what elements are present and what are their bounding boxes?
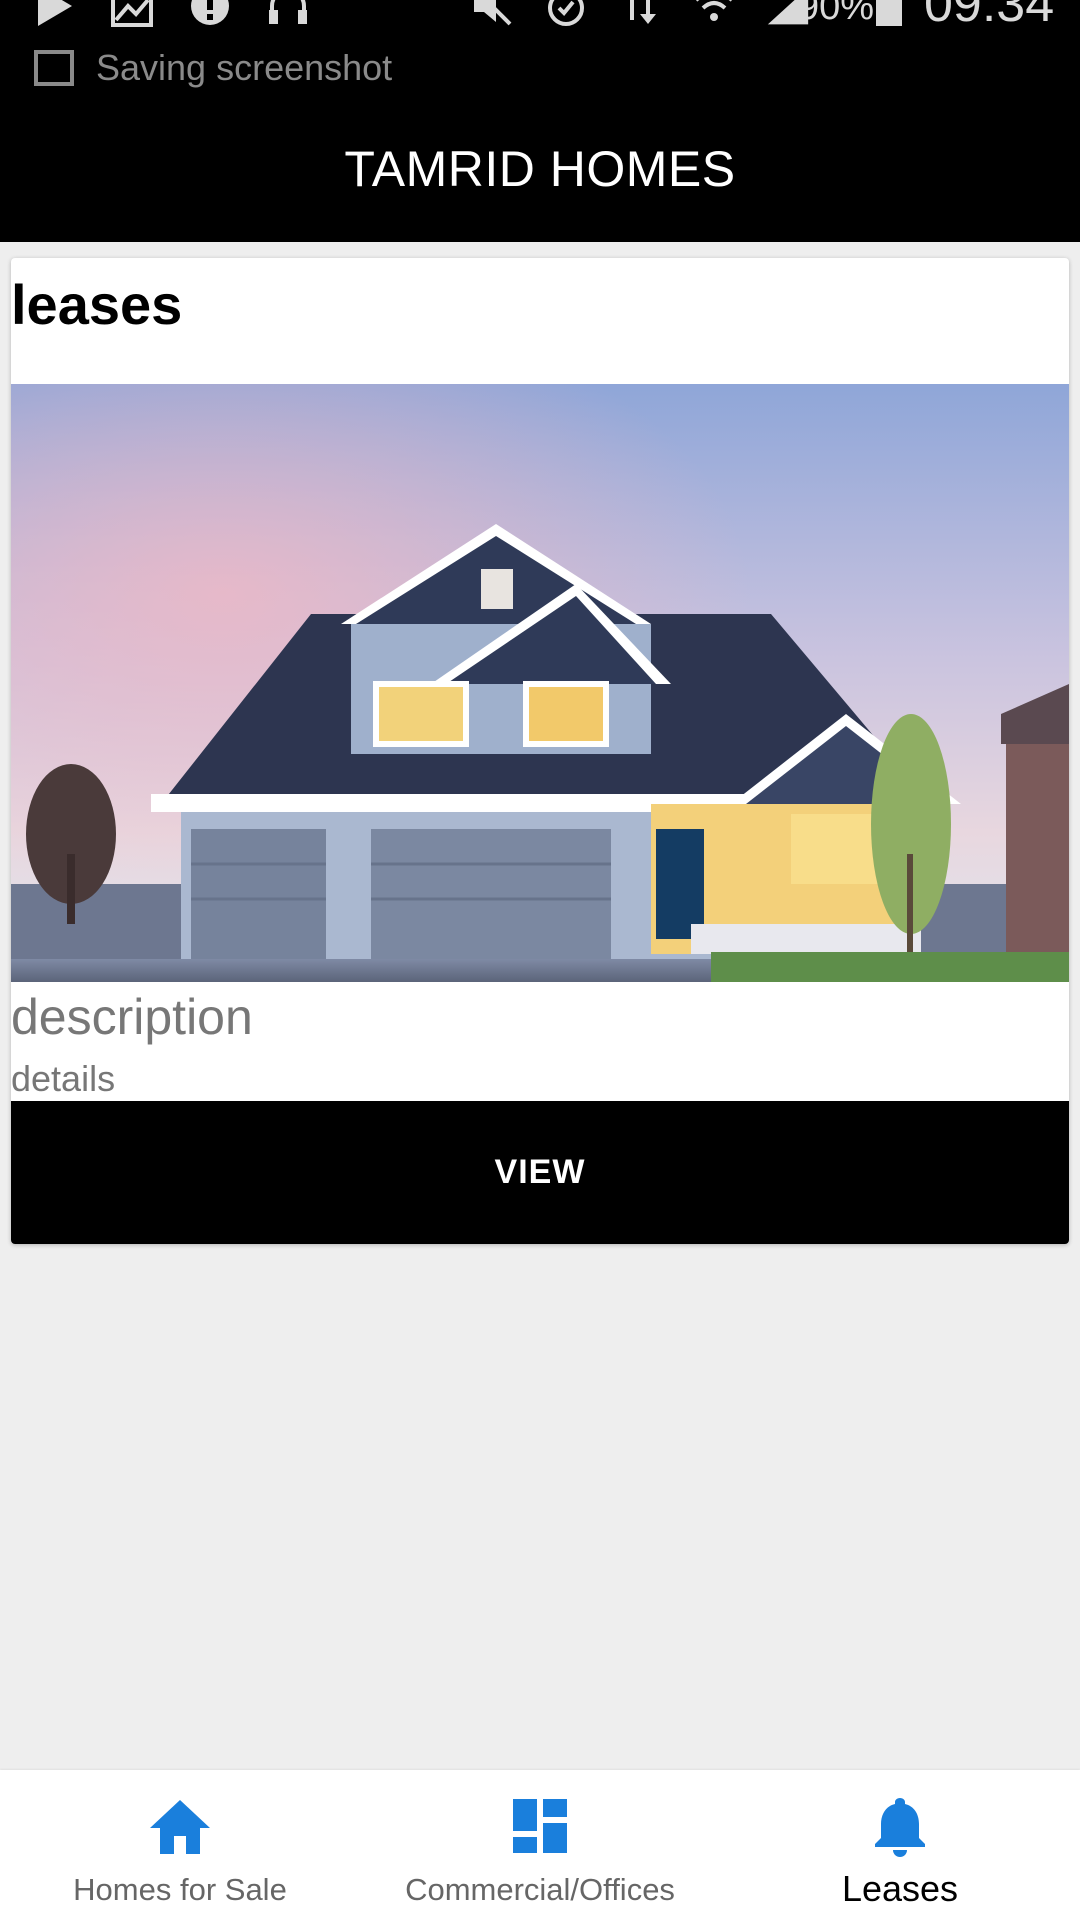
screenshot-icon bbox=[34, 50, 74, 86]
view-button[interactable]: VIEW bbox=[11, 1101, 1069, 1244]
clock: 09:34 bbox=[924, 0, 1055, 33]
bottom-navigation: Homes for Sale Commercial/Offices Leases bbox=[0, 1770, 1080, 1920]
house-photo bbox=[11, 384, 1069, 982]
card-description: description bbox=[11, 989, 253, 1045]
bell-icon bbox=[864, 1790, 936, 1862]
dashboard-icon bbox=[504, 1790, 576, 1862]
data-transfer-icon bbox=[618, 0, 662, 28]
battery-icon bbox=[876, 0, 902, 26]
app-bar: TAMRID HOMES bbox=[0, 96, 1080, 242]
home-icon bbox=[144, 1790, 216, 1862]
battery-percent: 90% bbox=[798, 0, 875, 28]
nav-commercial-offices[interactable]: Commercial/Offices bbox=[360, 1770, 720, 1920]
nav-homes-for-sale[interactable]: Homes for Sale bbox=[0, 1770, 360, 1920]
card-heading: leases bbox=[11, 273, 183, 336]
card-details: details bbox=[11, 1058, 116, 1099]
status-bar: 90% 09:34 Saving screenshot bbox=[0, 0, 1080, 96]
wifi-icon bbox=[692, 0, 736, 28]
nav-label-leases: Leases bbox=[841, 1868, 959, 1909]
notification-text: Saving screenshot bbox=[96, 47, 393, 88]
nav-leases[interactable]: Leases bbox=[720, 1770, 1080, 1920]
play-store-icon bbox=[32, 0, 76, 28]
alarm-icon bbox=[544, 0, 588, 28]
nav-label-commercial-offices: Commercial/Offices bbox=[405, 1872, 675, 1907]
lease-card: leases description details VIEW bbox=[11, 258, 1069, 1244]
mute-icon bbox=[470, 0, 514, 28]
status-icons-left bbox=[32, 0, 310, 30]
alert-icon bbox=[188, 0, 232, 28]
status-icons-right bbox=[470, 0, 810, 30]
headphones-icon bbox=[266, 0, 310, 28]
image-icon bbox=[110, 0, 154, 28]
notification-line: Saving screenshot bbox=[34, 47, 393, 88]
nav-label-homes-for-sale: Homes for Sale bbox=[73, 1872, 287, 1907]
app-title: TAMRID HOMES bbox=[344, 141, 736, 197]
